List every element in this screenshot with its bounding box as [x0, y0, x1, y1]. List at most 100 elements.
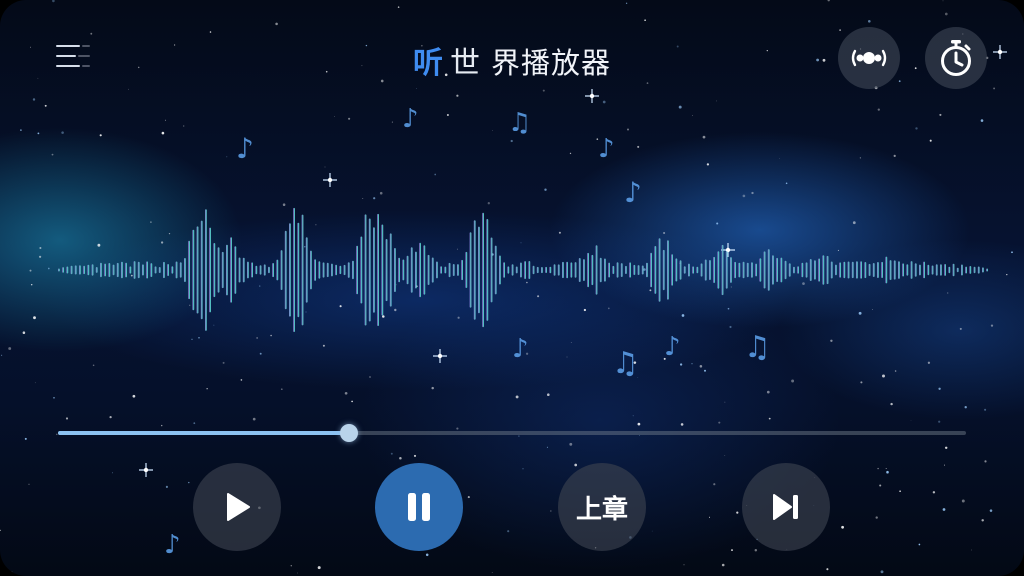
waveform-bar — [188, 240, 190, 300]
waveform-bar — [809, 259, 812, 281]
star — [692, 115, 693, 117]
star — [947, 292, 949, 294]
waveform-bar — [213, 243, 216, 298]
star — [938, 420, 941, 423]
star — [768, 417, 771, 420]
skip-next-button[interactable] — [742, 463, 830, 551]
waveform-bar — [683, 266, 686, 274]
waveform-bar — [835, 264, 837, 276]
waveform-bar — [184, 258, 186, 282]
pause-button[interactable] — [375, 463, 463, 551]
star — [415, 285, 418, 288]
waveform-bar — [839, 262, 841, 278]
waveform-bar — [658, 238, 661, 302]
timer-button[interactable] — [925, 27, 987, 89]
waveform-bar — [444, 266, 447, 274]
timer-icon — [941, 40, 971, 76]
star — [679, 363, 683, 366]
star — [491, 253, 494, 256]
waveform-bar — [566, 261, 568, 279]
waveform-bar — [553, 264, 556, 276]
waveform-bar — [494, 245, 497, 295]
star — [858, 311, 862, 315]
waveform-bar — [385, 239, 388, 302]
waveform-bar — [431, 257, 434, 283]
waveform-bar — [608, 262, 610, 278]
play-button[interactable] — [193, 463, 281, 551]
waveform-bar — [112, 264, 115, 276]
waveform-bar — [108, 263, 111, 277]
star — [984, 460, 987, 463]
waveform-bar — [486, 219, 489, 321]
waveform-bar — [646, 262, 648, 278]
star — [165, 485, 168, 488]
star — [160, 241, 164, 244]
waveform-bar — [940, 264, 942, 276]
star — [259, 285, 261, 287]
star — [779, 158, 780, 159]
progress-thumb[interactable] — [339, 424, 358, 442]
playback-progress-slider[interactable] — [58, 424, 966, 442]
star — [198, 337, 200, 339]
star — [984, 408, 987, 411]
previous-chapter-button[interactable]: 上章 — [558, 463, 646, 551]
star — [491, 572, 493, 573]
waveform-bar — [956, 267, 959, 273]
star — [879, 484, 882, 487]
waveform-bar — [142, 264, 144, 276]
star — [522, 468, 524, 470]
star — [830, 339, 833, 342]
star — [189, 304, 191, 306]
waveform-bar — [255, 265, 258, 275]
star — [1, 354, 3, 356]
waveform-bar — [612, 265, 615, 274]
star — [729, 325, 732, 329]
star — [708, 516, 711, 518]
music-note-icon: ♫ — [612, 346, 639, 381]
waveform-bar — [671, 254, 673, 286]
waveform-bar — [814, 260, 816, 280]
waveform-bar — [167, 264, 169, 276]
star — [860, 381, 863, 384]
star — [425, 553, 429, 557]
waveform-bar — [490, 237, 493, 303]
broadcast-button[interactable] — [838, 27, 900, 89]
waveform-bar — [532, 265, 535, 275]
waveform-bar — [272, 263, 274, 278]
waveform-bar — [121, 261, 123, 279]
waveform-bar — [759, 258, 762, 282]
star — [890, 402, 893, 406]
waveform-bar — [931, 265, 934, 275]
star — [706, 163, 710, 166]
star — [20, 129, 22, 131]
waveform-bar — [473, 220, 476, 320]
star — [164, 119, 166, 121]
waveform-bar — [629, 262, 631, 278]
star — [526, 281, 528, 284]
waveform-bar — [335, 264, 337, 276]
star — [39, 246, 42, 250]
waveform-bar — [389, 233, 392, 307]
waveform-bar — [116, 262, 119, 278]
star — [893, 154, 896, 158]
star — [724, 401, 726, 403]
star — [643, 268, 646, 271]
waveform-bar — [326, 262, 329, 278]
waveform-bar — [179, 262, 182, 278]
star — [3, 2, 6, 5]
star — [802, 282, 805, 285]
star — [727, 307, 730, 310]
star — [981, 519, 984, 522]
star — [1006, 273, 1008, 276]
star — [716, 222, 719, 225]
waveform-bar — [860, 261, 862, 279]
star — [38, 255, 42, 258]
waveform-bar — [776, 257, 778, 282]
star — [487, 202, 490, 205]
star — [362, 197, 364, 200]
waveform-bar — [87, 264, 90, 276]
star — [742, 194, 746, 198]
star — [942, 508, 946, 511]
waveform-bar — [688, 263, 690, 277]
star — [456, 248, 458, 250]
